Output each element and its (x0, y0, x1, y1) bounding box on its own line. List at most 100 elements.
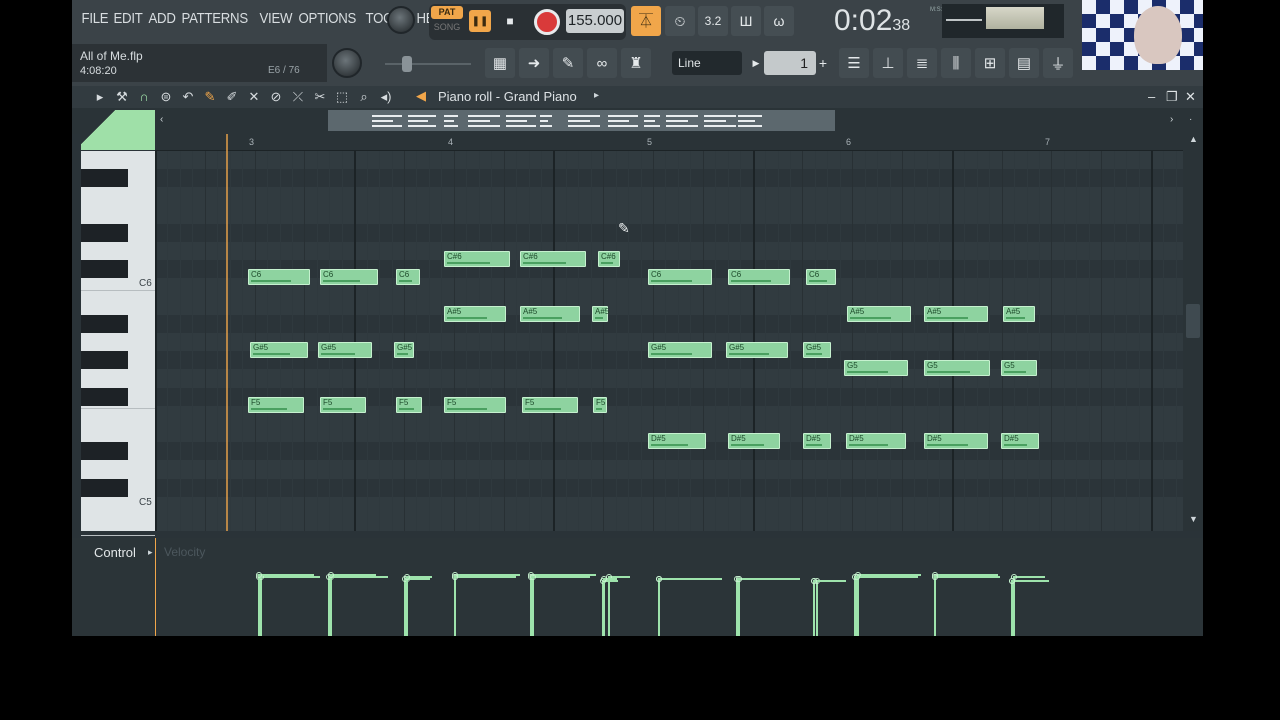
metronome-icon[interactable]: ⏄ (631, 6, 661, 36)
black-key[interactable] (81, 314, 128, 333)
velocity-stem[interactable] (738, 578, 740, 636)
note[interactable]: A#5 (924, 305, 988, 322)
velocity-handle[interactable] (530, 574, 536, 580)
menu-arrow-icon[interactable]: ▸ (92, 89, 108, 105)
menu-patterns[interactable]: PATTERNS (178, 10, 251, 27)
arrow-icon[interactable]: ➜ (519, 48, 549, 78)
time-display[interactable]: 0:0238 (834, 4, 934, 40)
note[interactable]: C#6 (444, 251, 510, 268)
black-key[interactable] (81, 442, 128, 461)
vertical-scrollbar[interactable]: ▲ ▼ (1183, 134, 1203, 531)
link-icon[interactable]: ∞ (587, 48, 617, 78)
countdown-icon[interactable]: 3.2 (698, 6, 728, 36)
note[interactable]: C6 (648, 269, 712, 286)
note[interactable]: D#5 (846, 433, 906, 450)
slip-icon[interactable]: ⤫ (290, 89, 306, 105)
note[interactable]: F5 (444, 396, 506, 413)
black-key[interactable] (81, 223, 128, 242)
note[interactable]: G5 (924, 360, 990, 377)
menu-add[interactable]: ADD (145, 10, 179, 27)
velocity-stem[interactable] (1011, 580, 1013, 636)
snap-select[interactable]: Line (672, 51, 742, 75)
note[interactable]: G#5 (394, 342, 414, 359)
note[interactable]: F5 (522, 396, 578, 413)
delete-tool-icon[interactable]: ✕ (246, 89, 262, 105)
velocity-handle[interactable] (601, 576, 607, 582)
velocity-stem[interactable] (532, 576, 534, 636)
velocity-handle[interactable] (328, 572, 334, 578)
velocity-stem[interactable] (260, 576, 262, 636)
velocity-handle[interactable] (1009, 578, 1015, 584)
menu-options[interactable]: OPTIONS (295, 10, 360, 27)
zoom-icon[interactable]: ⌕ (356, 89, 372, 105)
wait-input-icon[interactable]: ⏲ (665, 6, 695, 36)
pencil-icon[interactable]: ✎ (202, 89, 218, 105)
pattern-overview[interactable]: ‹ › · (72, 108, 1203, 134)
step-plus-button[interactable]: + (816, 52, 830, 74)
note[interactable]: C#6 (598, 251, 620, 268)
file-icon[interactable]: ▤ (1009, 48, 1039, 78)
menu-file[interactable]: FILE (78, 10, 112, 27)
pat-label[interactable]: PAT (431, 6, 463, 19)
velocity-handle[interactable] (656, 576, 662, 582)
velocity-stem[interactable] (258, 574, 260, 636)
master-volume-knob[interactable] (387, 6, 415, 34)
note[interactable]: A#5 (1003, 305, 1035, 322)
master-pitch-knob[interactable] (332, 48, 362, 78)
slice-icon[interactable]: ✂ (312, 89, 328, 105)
note[interactable]: D#5 (728, 433, 780, 450)
velocity-handle[interactable] (452, 574, 458, 580)
brush-icon[interactable]: ✎ (553, 48, 583, 78)
pause-button[interactable]: ❚❚ (469, 10, 491, 32)
note[interactable]: C6 (320, 269, 378, 286)
note-grid[interactable]: C#6 C#6 C#6 C6 C6 C6 C6 C6 C6 A#5 A#5 A#5 A#5 A#5 A#5 G… (155, 151, 1183, 531)
time-ruler[interactable]: 3 4 5 6 7 (155, 134, 1183, 151)
overview-selection[interactable] (328, 110, 835, 131)
select-icon[interactable]: ⬚ (334, 89, 350, 105)
stamp-icon[interactable]: ♜ (621, 48, 651, 78)
note[interactable]: C6 (396, 269, 420, 286)
note[interactable]: C#6 (520, 251, 586, 268)
speaker-icon[interactable]: ◀ (416, 88, 426, 104)
magnet-icon[interactable]: ∩ (136, 89, 152, 105)
velocity-handle[interactable] (811, 578, 817, 584)
minimize-button[interactable]: – (1148, 89, 1155, 104)
volume-slider-handle[interactable] (402, 56, 412, 72)
black-key[interactable] (81, 478, 128, 497)
note[interactable]: A#5 (592, 305, 609, 322)
black-key[interactable] (81, 387, 128, 406)
mute-icon[interactable]: ⊘ (268, 89, 284, 105)
note[interactable]: C6 (806, 269, 836, 286)
note[interactable]: G#5 (803, 342, 831, 359)
note[interactable]: F5 (248, 396, 304, 413)
playback-icon[interactable]: ◂) (378, 89, 394, 105)
velocity-stem[interactable] (658, 578, 660, 636)
menu-view[interactable]: VIEW (256, 10, 296, 27)
record-filter-icon[interactable]: ⊜ (158, 89, 174, 105)
velocity-handle[interactable] (404, 574, 410, 580)
note[interactable]: F5 (396, 396, 422, 413)
record-button[interactable] (534, 9, 560, 35)
channel-rack-icon[interactable]: ☰ (839, 48, 869, 78)
note[interactable]: G#5 (250, 342, 308, 359)
note[interactable]: F5 (320, 396, 366, 413)
step-left-arrow[interactable]: ▶ (750, 52, 762, 74)
menu-edit[interactable]: EDIT (110, 10, 146, 27)
scroll-down-icon[interactable]: ▼ (1189, 514, 1198, 524)
note[interactable]: G5 (844, 360, 908, 377)
black-key[interactable] (81, 351, 128, 370)
velocity-stem[interactable] (608, 576, 610, 636)
note[interactable]: C6 (728, 269, 790, 286)
note[interactable]: A#5 (444, 305, 506, 322)
black-key[interactable] (81, 260, 128, 279)
pat-song-toggle[interactable]: PAT SONG (431, 6, 463, 36)
velocity-handle[interactable] (736, 576, 742, 582)
master-volume-slider[interactable] (385, 63, 471, 65)
note[interactable]: A#5 (520, 305, 580, 322)
note[interactable]: D#5 (803, 433, 831, 450)
maximize-button[interactable]: ❐ (1166, 89, 1178, 105)
velocity-stem[interactable] (856, 576, 858, 636)
velocity-stem[interactable] (603, 578, 605, 636)
velocity-stem[interactable] (934, 576, 936, 636)
stop-button[interactable]: ■ (499, 10, 521, 32)
